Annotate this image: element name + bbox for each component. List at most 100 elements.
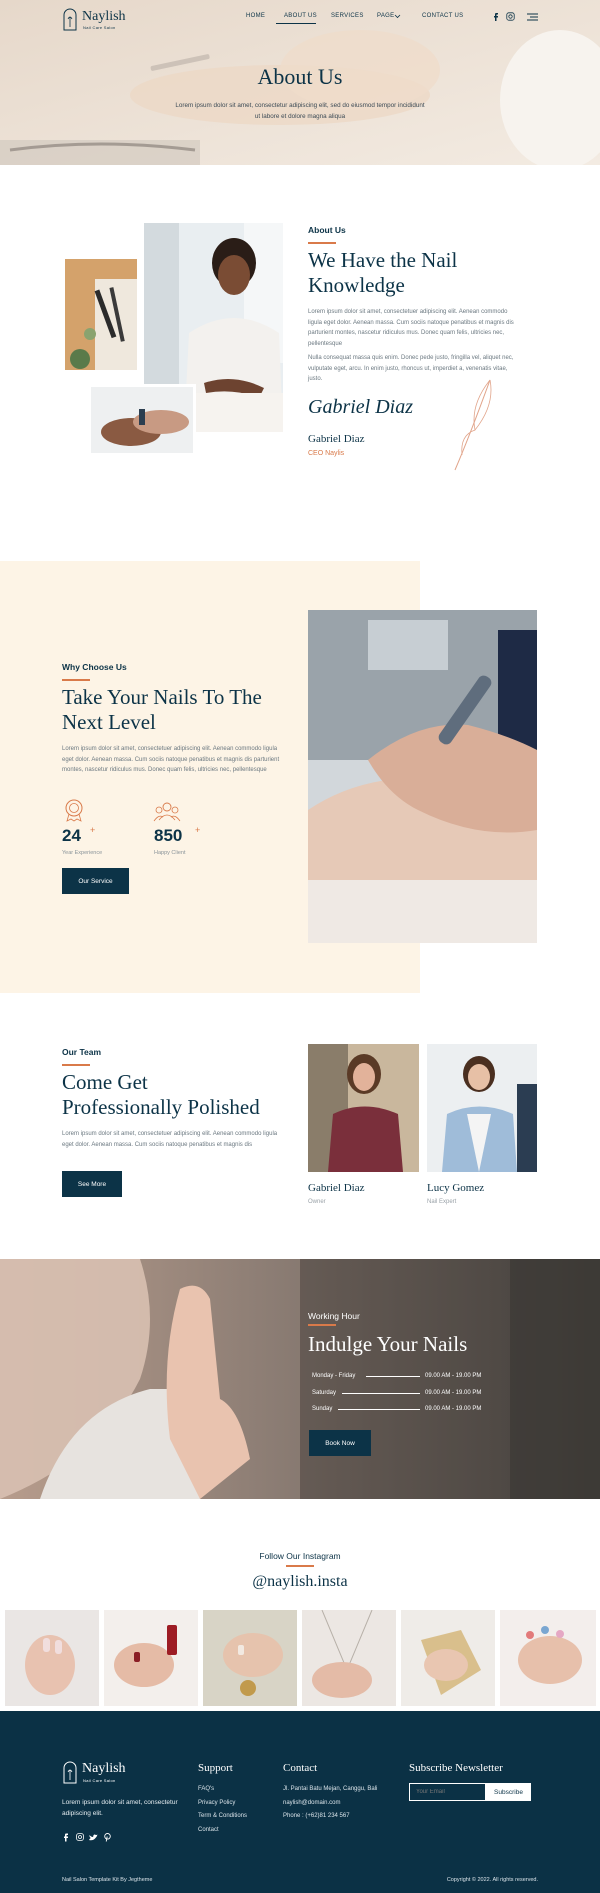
why-nail-drill-photo bbox=[308, 610, 537, 943]
nav-home[interactable]: HOME bbox=[246, 13, 265, 19]
footer-brand-tagline: Nail Care Salon bbox=[83, 1778, 116, 1783]
footer-newsletter-title: Subscribe Newsletter bbox=[409, 1762, 503, 1774]
hours-row-1-line bbox=[366, 1376, 420, 1377]
why-heading: Take Your Nails To The Next Level bbox=[62, 685, 262, 735]
instagram-post-6[interactable] bbox=[500, 1610, 596, 1706]
team-icon bbox=[153, 802, 181, 822]
signature: Gabriel Diaz bbox=[308, 396, 413, 418]
team-eyebrow: Our Team bbox=[62, 1047, 102, 1057]
instagram-post-5[interactable] bbox=[401, 1610, 495, 1706]
nav-active-underline bbox=[276, 23, 316, 24]
why-eyebrow-line bbox=[62, 679, 90, 681]
hours-heading: Indulge Your Nails bbox=[308, 1332, 468, 1356]
brand-name: Naylish bbox=[82, 9, 126, 24]
hours-row-3-time: 09.00 AM - 19.00 PM bbox=[425, 1406, 482, 1412]
footer-link-privacy[interactable]: Privacy Policy bbox=[198, 1800, 235, 1806]
instagram-handle[interactable]: @naylish.insta bbox=[0, 1573, 600, 1591]
team-paragraph: Lorem ipsum dolor sit amet, consectetuer… bbox=[62, 1131, 278, 1148]
about-eyebrow-line bbox=[308, 242, 336, 244]
team-heading: Come Get Professionally Polished bbox=[62, 1070, 260, 1120]
team-eyebrow-line bbox=[62, 1064, 90, 1066]
footer-email[interactable]: naylish@domain.com bbox=[283, 1800, 340, 1806]
stat-years-label: Year Experience bbox=[62, 850, 103, 856]
why-heading-line2: Next Level bbox=[62, 710, 156, 734]
why-paragraph: Lorem ipsum dolor sit amet, consectetuer… bbox=[62, 746, 280, 773]
subscribe-button[interactable]: Subscribe bbox=[486, 1783, 531, 1801]
team-member-2-role: Nail Expert bbox=[427, 1199, 457, 1205]
instagram-eyebrow: Follow Our Instagram bbox=[259, 1551, 341, 1561]
instagram-icon[interactable] bbox=[506, 12, 515, 21]
footer-link-faqs[interactable]: FAQ's bbox=[198, 1786, 214, 1792]
footer-logo[interactable]: Naylish Nail Care Salon bbox=[62, 1760, 142, 1786]
instagram-post-2[interactable] bbox=[104, 1610, 198, 1706]
stat-years-value: 24 bbox=[62, 826, 81, 845]
hours-row-1-time: 09.00 AM - 19.00 PM bbox=[425, 1373, 482, 1379]
footer-facebook-icon[interactable] bbox=[63, 1833, 69, 1842]
nav-page[interactable]: PAGE bbox=[377, 13, 394, 19]
footer-phone: Phone : (+62)81 234 567 bbox=[283, 1813, 350, 1819]
nav-services[interactable]: SERVICES bbox=[331, 13, 364, 19]
instagram-eyebrow-line bbox=[286, 1565, 314, 1567]
footer-credit: Nail Salon Template Kit By Jegtheme bbox=[62, 1877, 153, 1883]
footer-address: Jl. Pantai Batu Mejan, Canggu, Bali bbox=[283, 1786, 378, 1792]
stat-years-suffix: + bbox=[90, 825, 96, 835]
stat-clients-suffix: + bbox=[195, 825, 201, 835]
team-member-2-photo bbox=[427, 1044, 537, 1172]
leaf-decoration-icon bbox=[454, 379, 492, 471]
team-member-2-name: Lucy Gomez bbox=[427, 1182, 485, 1194]
hours-row-2-line bbox=[342, 1393, 420, 1394]
about-heading-line2: Knowledge bbox=[308, 273, 405, 297]
team-member-1-role: Owner bbox=[308, 1199, 326, 1205]
working-hours-banner bbox=[0, 1259, 600, 1499]
why-eyebrow: Why Choose Us bbox=[62, 662, 127, 672]
logo-arch-icon bbox=[63, 8, 77, 31]
about-eyebrow: About Us bbox=[308, 225, 346, 235]
team-heading-line1: Come Get bbox=[62, 1070, 148, 1094]
newsletter-email-input[interactable] bbox=[409, 1783, 486, 1801]
instagram-post-3[interactable] bbox=[203, 1610, 297, 1706]
team-heading-line2: Professionally Polished bbox=[62, 1095, 260, 1119]
page-subtitle: Lorem ipsum dolor sit amet, consectetur … bbox=[175, 102, 425, 120]
menu-icon[interactable] bbox=[527, 13, 538, 21]
footer-description: Lorem ipsum dolor sit amet, consectetur … bbox=[62, 1799, 178, 1817]
about-heading-line1: We Have the Nail bbox=[308, 248, 458, 272]
instagram-post-1[interactable] bbox=[5, 1610, 99, 1706]
team-member-1-photo bbox=[308, 1044, 419, 1172]
footer-brand-name: Naylish bbox=[82, 1761, 126, 1776]
hours-row-3-day: Sunday bbox=[312, 1406, 333, 1412]
hours-row-2-time: 09.00 AM - 19.00 PM bbox=[425, 1390, 482, 1396]
footer-support-title: Support bbox=[198, 1762, 233, 1774]
nav-about-us[interactable]: ABOUT US bbox=[284, 13, 317, 19]
see-more-button[interactable]: See More bbox=[62, 1171, 122, 1197]
page-title: About Us bbox=[257, 64, 343, 89]
book-now-button[interactable]: Book Now bbox=[309, 1430, 371, 1456]
brand-logo[interactable]: Naylish Nail Care Salon bbox=[62, 7, 134, 33]
about-person-role: CEO Naylis bbox=[308, 450, 345, 457]
stat-clients-value: 850 bbox=[154, 826, 183, 845]
chevron-down-icon bbox=[394, 14, 401, 19]
stat-clients-label: Happy Client bbox=[154, 850, 186, 856]
hours-eyebrow: Working Hour bbox=[308, 1311, 360, 1321]
hours-eyebrow-line bbox=[308, 1324, 336, 1326]
footer-contact-title: Contact bbox=[283, 1762, 318, 1774]
why-heading-line1: Take Your Nails To The bbox=[62, 685, 262, 709]
about-manicure-photo bbox=[88, 384, 196, 456]
brand-tagline: Nail Care Salon bbox=[83, 25, 116, 30]
hours-row-2-day: Saturday bbox=[312, 1390, 337, 1396]
footer-copyright: Copyright © 2022. All rights reserved. bbox=[446, 1877, 538, 1883]
about-heading: We Have the Nail Knowledge bbox=[308, 248, 457, 298]
about-paragraph-1: Lorem ipsum dolor sit amet, consectetuer… bbox=[308, 309, 514, 347]
our-service-button[interactable]: Our Service bbox=[62, 868, 129, 894]
footer-link-terms[interactable]: Term & Conditions bbox=[198, 1813, 247, 1819]
about-person-name: Gabriel Diaz bbox=[308, 433, 365, 445]
footer-pinterest-icon[interactable] bbox=[104, 1833, 111, 1842]
hours-row-1-day: Monday - Friday bbox=[312, 1373, 356, 1379]
footer-link-contact[interactable]: Contact bbox=[198, 1827, 219, 1833]
nav-contact-us[interactable]: CONTACT US bbox=[422, 13, 463, 19]
facebook-icon[interactable] bbox=[493, 12, 499, 22]
team-member-1-name: Gabriel Diaz bbox=[308, 1182, 365, 1194]
about-tools-photo bbox=[62, 256, 140, 373]
instagram-post-4[interactable] bbox=[302, 1610, 396, 1706]
footer-twitter-icon[interactable] bbox=[89, 1834, 98, 1841]
footer-instagram-icon[interactable] bbox=[76, 1833, 84, 1841]
